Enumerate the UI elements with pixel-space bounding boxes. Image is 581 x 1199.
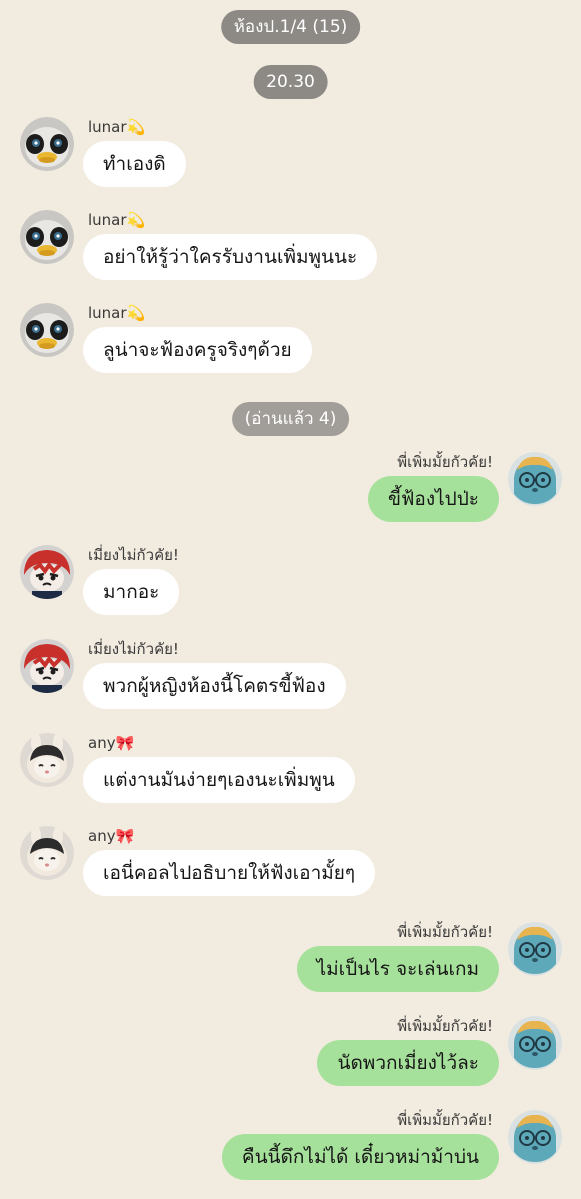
- sender-name: พี่เพิ่มมั้ยกัวคัย!: [397, 453, 493, 471]
- blue-plush-avatar[interactable]: [508, 1110, 562, 1164]
- red-plush-avatar[interactable]: [20, 639, 74, 693]
- message-bubble[interactable]: พวกผู้หญิงห้องนี้โคตรขี้ฟ้อง: [83, 663, 346, 709]
- message-bubble[interactable]: เอนี่คอลไปอธิบายให้ฟังเอามั้ยๆ: [83, 850, 376, 896]
- sender-name: เมี่ยงไม่กัวคัย!: [88, 546, 179, 564]
- message-bubble[interactable]: ไม่เป็นไร จะเล่นเกม: [296, 946, 499, 992]
- message-bubble[interactable]: ลูน่าจะฟ้องครูจริงๆด้วย: [83, 327, 312, 373]
- message-bubble[interactable]: ขี้ฟ้องไปป่ะ: [367, 476, 499, 522]
- bunny-plush-avatar[interactable]: [20, 733, 74, 787]
- message-bubble[interactable]: มากอะ: [83, 569, 180, 615]
- message-bubble[interactable]: อย่าให้รู้ว่าใครรับงานเพิ่มพูนนะ: [83, 234, 378, 280]
- message-bubble[interactable]: คืนนี้ดึกไม่ได้ เดี๋ยวหม่าม้าบ่น: [221, 1134, 499, 1180]
- time-pill: 20.30: [253, 65, 328, 99]
- message-bubble[interactable]: ทำเองดิ: [83, 141, 186, 187]
- sender-name: lunar💫: [88, 211, 146, 229]
- read-count-pill: (อ่านแล้ว 4): [231, 402, 350, 436]
- blue-plush-avatar[interactable]: [508, 1016, 562, 1070]
- blue-plush-avatar[interactable]: [508, 452, 562, 506]
- penguin-avatar[interactable]: [20, 117, 74, 171]
- penguin-avatar[interactable]: [20, 303, 74, 357]
- sender-name: พี่เพิ่มมั้ยกัวคัย!: [397, 1111, 493, 1129]
- sender-name: พี่เพิ่มมั้ยกัวคัย!: [397, 1017, 493, 1035]
- sender-name: lunar💫: [88, 304, 146, 322]
- blue-plush-avatar[interactable]: [508, 922, 562, 976]
- sender-name: พี่เพิ่มมั้ยกัวคัย!: [397, 923, 493, 941]
- sender-name: any🎀: [88, 734, 135, 752]
- penguin-avatar[interactable]: [20, 210, 74, 264]
- red-plush-avatar[interactable]: [20, 545, 74, 599]
- message-bubble[interactable]: แต่งานมันง่ายๆเองนะเพิ่มพูน: [83, 757, 355, 803]
- sender-name: any🎀: [88, 827, 135, 845]
- sender-name: เมี่ยงไม่กัวคัย!: [88, 640, 179, 658]
- chat-window[interactable]: ห้องป.1/4 (15) 20.30 lunar💫 ทำเองดิ luna…: [0, 0, 581, 1199]
- bunny-plush-avatar[interactable]: [20, 826, 74, 880]
- room-title-pill: ห้องป.1/4 (15): [220, 10, 361, 44]
- message-bubble[interactable]: นัดพวกเมี่ยงไว้ละ: [317, 1040, 499, 1086]
- sender-name: lunar💫: [88, 118, 146, 136]
